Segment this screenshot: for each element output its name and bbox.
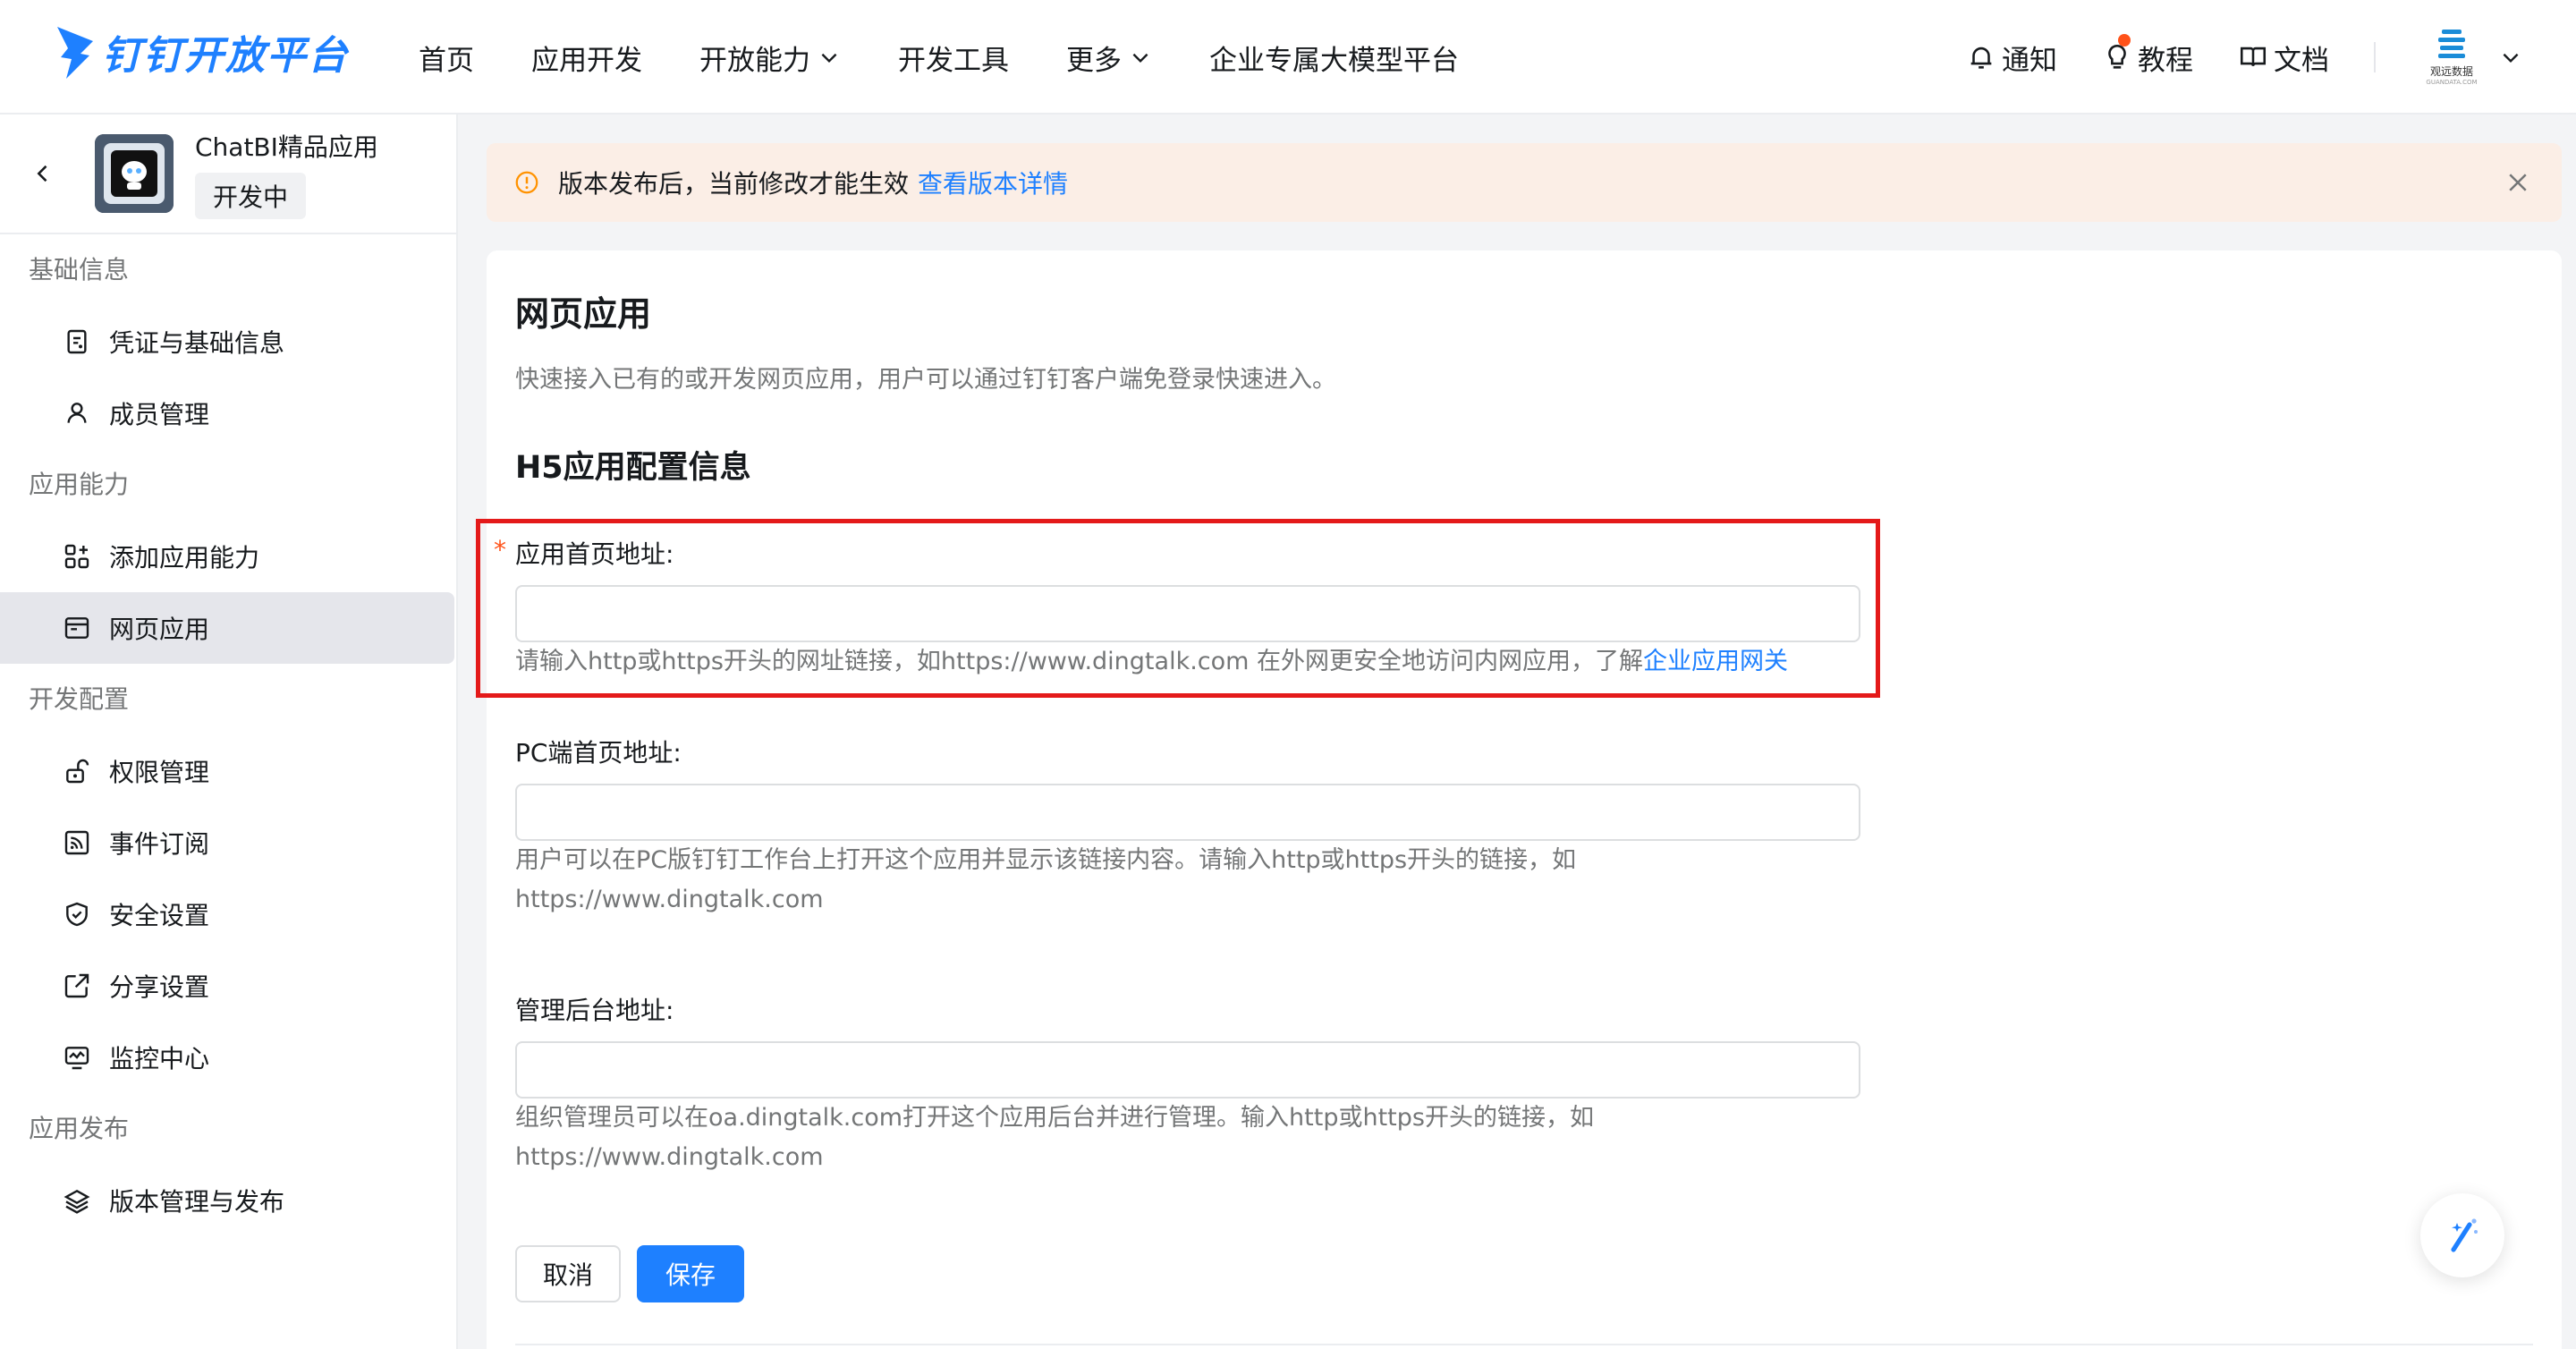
status-badge: 开发中 — [195, 173, 307, 219]
alert-text: 版本发布后，当前修改才能生效 — [558, 169, 910, 199]
homepage-url-input[interactable] — [515, 585, 1860, 642]
page-description: 快速接入已有的或开发网页应用，用户可以通过钉钉客户端免登录快速进入。 — [515, 366, 1336, 394]
homepage-url-hint: 请输入http或https开头的网址链接，如https://www.dingta… — [515, 648, 1789, 675]
header-right: 通知 教程 文档 观远数据 GUANDATA.COM — [1966, 0, 2576, 115]
admin-url-label: 管理后台地址: — [515, 996, 674, 1025]
group-title-basic: 基础信息 — [29, 255, 130, 284]
nav-open-capabilities[interactable]: 开放能力 — [699, 38, 841, 78]
sidebar-item-monitor[interactable]: 监控中心 — [0, 1022, 454, 1093]
org-name: 观远数据 — [2429, 64, 2473, 78]
chevron-down-icon[interactable] — [2499, 46, 2522, 69]
app-meta: ChatBI精品应用 开发中 — [195, 128, 378, 219]
unlock-icon — [66, 759, 89, 784]
browser-window-icon — [64, 617, 89, 639]
enterprise-gateway-link[interactable]: 企业应用网关 — [1643, 648, 1788, 675]
lightbulb-icon — [2108, 44, 2126, 69]
sidebar: ChatBI精品应用 开发中 基础信息 凭证与基础信息 成员管理 应用能力 添加… — [0, 115, 458, 1349]
header-divider — [2374, 42, 2376, 72]
nav-enterprise-llm[interactable]: 企业专属大模型平台 — [1209, 38, 1459, 78]
required-mark: * — [494, 535, 506, 564]
grid-plus-icon — [64, 544, 89, 569]
pc-homepage-url-input[interactable] — [515, 784, 1860, 841]
sidebar-item-credentials[interactable]: 凭证与基础信息 — [0, 306, 454, 378]
sidebar-item-members[interactable]: 成员管理 — [0, 378, 454, 449]
group-title-capabilities: 应用能力 — [29, 470, 130, 499]
version-alert: 版本发布后，当前修改才能生效 查看版本详情 — [487, 143, 2562, 222]
view-version-link[interactable]: 查看版本详情 — [918, 165, 1068, 200]
group-title-release: 应用发布 — [29, 1114, 130, 1143]
sidebar-item-web-app[interactable]: 网页应用 — [0, 592, 454, 664]
main-nav: 首页 应用开发 开放能力 开发工具 更多 企业专属大模型平台 — [419, 0, 1516, 115]
sidebar-item-add-capability[interactable]: 添加应用能力 — [0, 521, 454, 592]
user-icon — [67, 403, 87, 423]
document-icon — [67, 329, 87, 354]
chevron-down-icon — [1132, 53, 1148, 64]
close-icon[interactable] — [2504, 169, 2531, 196]
homepage-url-label: 应用首页地址: — [515, 539, 674, 569]
dingtalk-bird-icon — [57, 27, 93, 79]
layers-icon — [64, 1189, 90, 1214]
page-title: 网页应用 — [515, 294, 652, 334]
share-external-icon — [64, 973, 89, 998]
group-title-dev-config: 开发配置 — [29, 684, 130, 714]
org-domain: GUANDATA.COM — [2426, 78, 2478, 86]
app-header: ChatBI精品应用 开发中 — [0, 115, 456, 234]
notify-button[interactable]: 通知 — [1966, 38, 2057, 78]
admin-url-hint: 组织管理员可以在oa.dingtalk.com打开这个应用后台并进行管理。输入h… — [515, 1104, 1594, 1171]
notification-dot — [2118, 33, 2131, 47]
admin-url-input[interactable] — [515, 1041, 1860, 1099]
logo-text: 钉钉开放平台 — [102, 33, 349, 79]
pc-homepage-url-hint: 用户可以在PC版钉钉工作台上打开这个应用并显示该链接内容。请输入http或htt… — [515, 846, 1577, 913]
monitor-icon — [64, 1047, 89, 1070]
save-button[interactable]: 保存 — [637, 1245, 744, 1302]
nav-app-dev[interactable]: 应用开发 — [531, 38, 642, 78]
bell-icon — [1970, 47, 1992, 69]
top-header: 钉钉开放平台 首页 应用开发 开放能力 开发工具 更多 企业专属大模型平台 通知… — [0, 0, 2576, 115]
org-logo-icon — [2438, 29, 2465, 58]
magic-wand-icon — [2451, 1218, 2478, 1252]
chevron-down-icon — [821, 53, 837, 64]
sidebar-item-versions[interactable]: 版本管理与发布 — [0, 1165, 454, 1236]
sidebar-item-security[interactable]: 安全设置 — [0, 878, 454, 950]
shield-icon — [66, 902, 88, 927]
sidebar-item-permissions[interactable]: 权限管理 — [0, 735, 454, 807]
nav-home[interactable]: 首页 — [419, 38, 474, 78]
divider — [515, 1344, 2533, 1345]
sidebar-item-share[interactable]: 分享设置 — [0, 950, 454, 1022]
nav-dev-tools[interactable]: 开发工具 — [898, 38, 1009, 78]
app-icon — [95, 134, 174, 213]
chevron-left-icon[interactable] — [30, 161, 55, 186]
docs-button[interactable]: 文档 — [2238, 38, 2329, 78]
ai-assistant-button[interactable] — [2420, 1193, 2504, 1277]
info-icon — [515, 171, 538, 194]
org-avatar[interactable]: 观远数据 GUANDATA.COM — [2420, 26, 2483, 89]
tutorial-button[interactable]: 教程 — [2102, 33, 2193, 78]
section-title: H5应用配置信息 — [515, 450, 751, 486]
nav-more[interactable]: 更多 — [1066, 38, 1152, 78]
dingtalk-logo[interactable]: 钉钉开放平台 — [54, 23, 349, 81]
book-icon — [2240, 47, 2267, 67]
app-name: ChatBI精品应用 — [195, 132, 378, 162]
pc-homepage-url-label: PC端首页地址: — [515, 738, 682, 768]
web-app-card: 网页应用 快速接入已有的或开发网页应用，用户可以通过钉钉客户端免登录快速进入。 … — [476, 250, 2562, 1349]
sidebar-item-events[interactable]: 事件订阅 — [0, 807, 454, 878]
robot-icon — [95, 134, 174, 213]
rss-icon — [64, 830, 89, 855]
cancel-button[interactable]: 取消 — [515, 1245, 621, 1302]
